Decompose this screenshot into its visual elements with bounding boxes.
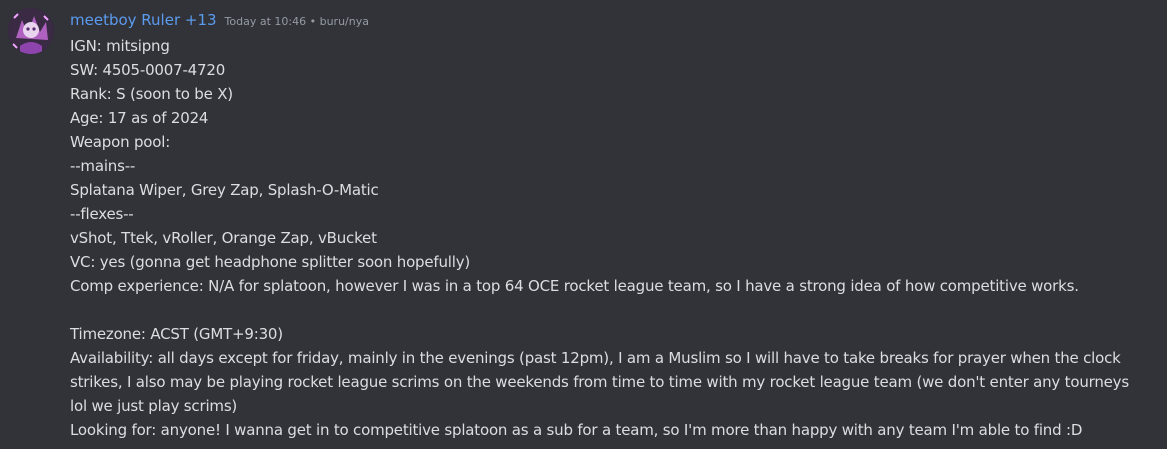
message-line-comp-experience: Comp experience: N/A for splatoon, howev… xyxy=(70,277,1079,295)
message-line-timezone: Timezone: ACST (GMT+9:30) xyxy=(70,325,283,343)
message-content: IGN: mitsipng SW: 4505-0007-4720 Rank: S… xyxy=(70,34,1150,442)
message-line-sw: SW: 4505-0007-4720 xyxy=(70,61,226,79)
chat-message: meetboy Ruler +13 Today at 10:46 • buru/… xyxy=(0,0,1167,449)
message-line-blank xyxy=(70,298,1150,322)
user-avatar[interactable] xyxy=(8,8,54,54)
avatar-image xyxy=(8,8,54,54)
message-line-mains: Splatana Wiper, Grey Zap, Splash-O-Matic xyxy=(70,181,379,199)
message-header: meetboy Ruler +13 Today at 10:46 • buru/… xyxy=(70,11,369,33)
timestamp: Today at 10:46 • buru/nya xyxy=(224,15,369,28)
message-line-ign: IGN: mitsipng xyxy=(70,37,170,55)
message-line-looking-for: Looking for: anyone! I wanna get in to c… xyxy=(70,421,1083,439)
message-line-flexes-heading: --flexes-- xyxy=(70,205,134,223)
message-line-weapon-pool: Weapon pool: xyxy=(70,133,171,151)
message-line-vc: VC: yes (gonna get headphone splitter so… xyxy=(70,253,471,271)
message-line-flexes: vShot, Ttek, vRoller, Orange Zap, vBucke… xyxy=(70,229,377,247)
message-line-availability: Availability: all days except for friday… xyxy=(70,349,1134,415)
message-line-mains-heading: --mains-- xyxy=(70,157,136,175)
message-line-age: Age: 17 as of 2024 xyxy=(70,109,209,127)
username[interactable]: meetboy Ruler +13 xyxy=(70,11,217,29)
message-line-rank: Rank: S (soon to be X) xyxy=(70,85,233,103)
